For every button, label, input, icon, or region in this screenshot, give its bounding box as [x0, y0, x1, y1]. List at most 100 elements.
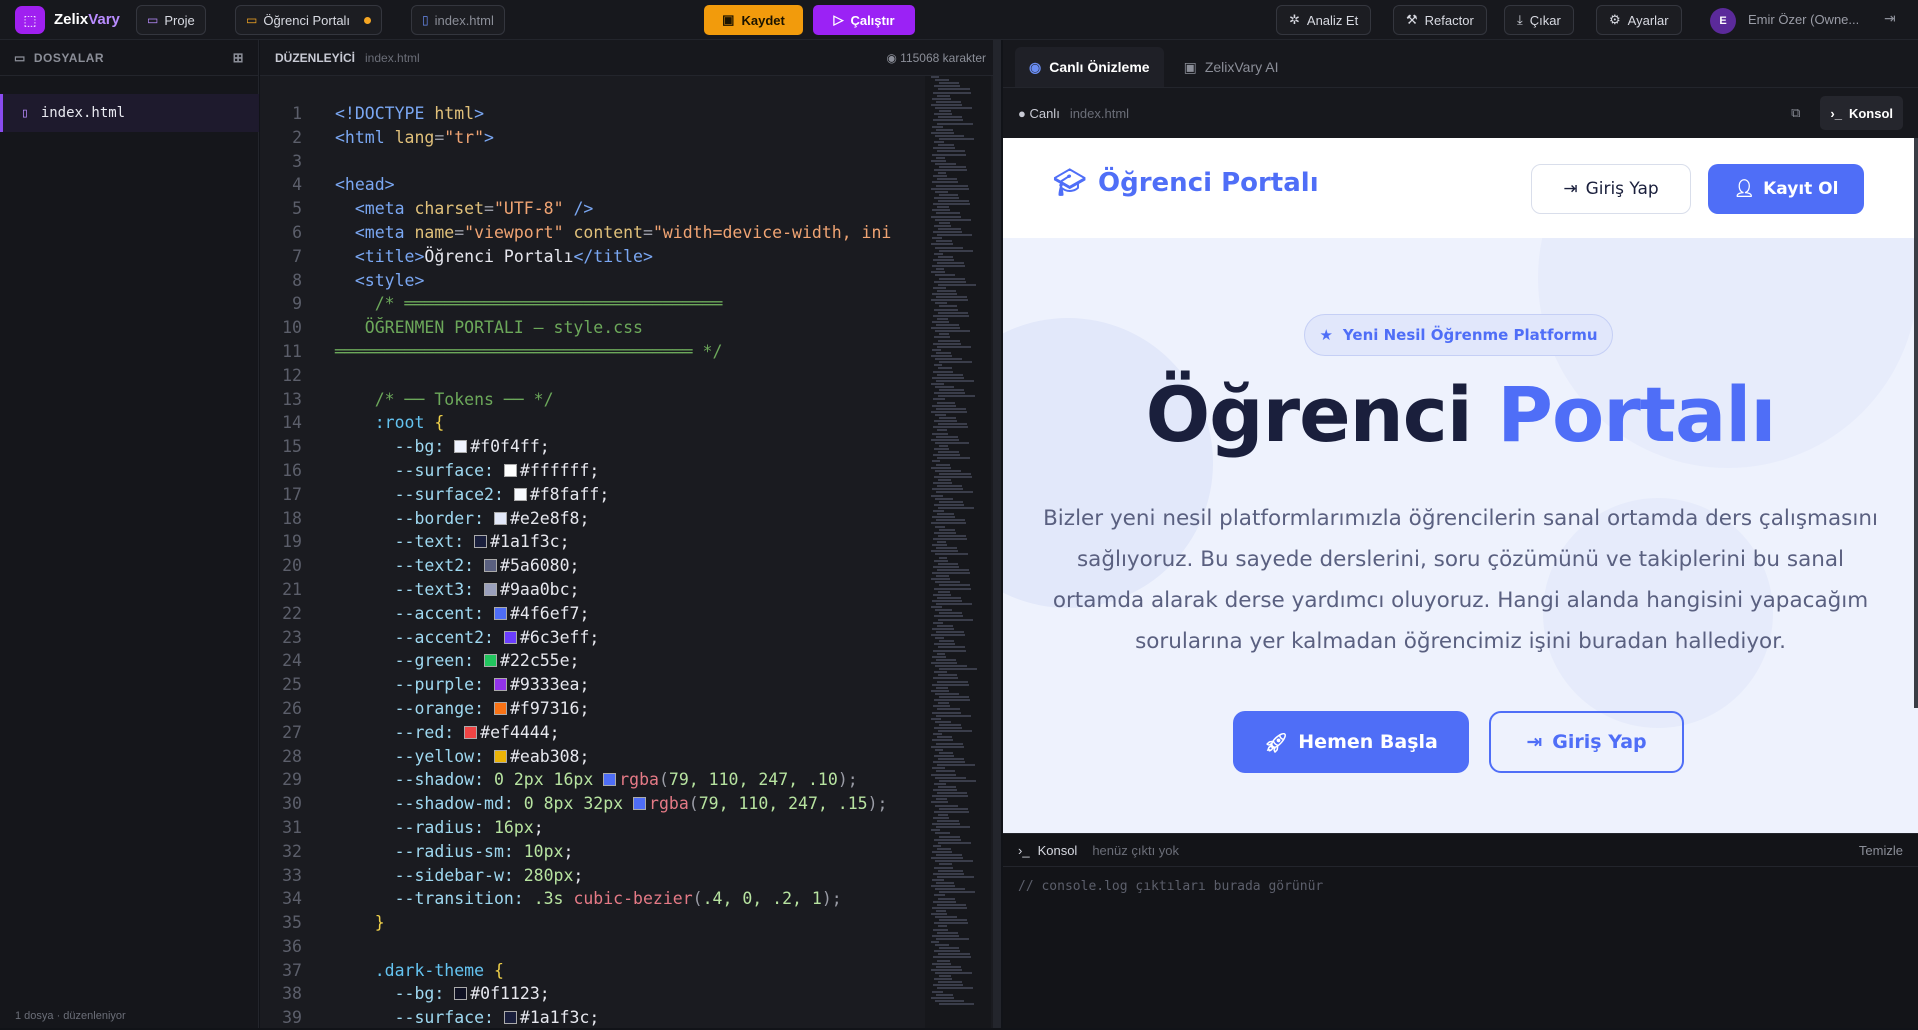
code-line[interactable]: 2 <html lang="tr">	[260, 126, 925, 150]
minimap[interactable]	[925, 76, 991, 1028]
minimap-line	[935, 79, 949, 82]
start-now-button[interactable]: 🚀︎ Hemen Başla	[1233, 711, 1469, 773]
line-number: 18	[282, 508, 302, 528]
code-line[interactable]: 33 --sidebar-w: 280px;	[260, 864, 925, 888]
code-line[interactable]: 25 --purple: #9333ea;	[260, 673, 925, 697]
hero-login-button[interactable]: ⇥ Giriş Yap	[1489, 711, 1684, 773]
line-number: 19	[282, 532, 302, 552]
minimap-line	[936, 603, 972, 605]
code-line[interactable]: 1 <!DOCTYPE html>	[260, 102, 925, 126]
minimap-line	[937, 234, 972, 237]
code-line[interactable]: 10 ÖĞRENMEN PORTALI — style.css	[260, 316, 925, 340]
code-line[interactable]: 30 --shadow-md: 0 8px 32px rgba(79, 110,…	[260, 792, 925, 816]
minimap-line	[933, 621, 943, 624]
minimap-line	[934, 85, 960, 88]
code-line[interactable]: 6 <meta name="viewport" content="width=d…	[260, 221, 925, 245]
code-line[interactable]: 29 --shadow: 0 2px 16px rgba(79, 110, 24…	[260, 768, 925, 792]
preview-scrollbar[interactable]	[1914, 138, 1918, 708]
export-button[interactable]: ⤓ Çıkar	[1504, 5, 1574, 35]
code-line[interactable]: 23 --accent2: #6c3eff;	[260, 626, 925, 650]
tab-ai[interactable]: ▣ ZelixVary AI	[1170, 47, 1293, 87]
minimap-line	[935, 665, 967, 667]
external-link-icon[interactable]: ⧉	[1791, 105, 1800, 121]
code-token: --orange:	[335, 698, 494, 718]
minimap-line	[938, 841, 971, 844]
hero-description: Bizler yeni nesil platformlarımızla öğre…	[1043, 506, 1878, 654]
project-button[interactable]: ▭ Proje	[136, 5, 206, 35]
file-item-index-html[interactable]: ▯ index.html	[0, 94, 259, 132]
console-toggle-button[interactable]: ›_ Konsol	[1820, 96, 1903, 130]
minimap-line	[932, 237, 942, 240]
wand-icon: ⚒	[1406, 12, 1418, 27]
site-logo[interactable]: 🎓︎ Öğrenci Portalı	[1053, 168, 1319, 198]
editor-scrollbar[interactable]	[993, 40, 1001, 1028]
code-line[interactable]: 34 --transition: .3s cubic-bezier(.4, 0,…	[260, 887, 925, 911]
minimap-line	[933, 426, 968, 429]
console-clear-button[interactable]: Temizle	[1859, 843, 1903, 858]
code-line[interactable]: 39 --surface: #1a1f3c;	[260, 1006, 925, 1030]
minimap-line	[937, 485, 962, 488]
color-swatch	[503, 1011, 517, 1025]
robot-icon: ▣	[1183, 58, 1197, 75]
code-line[interactable]: 17 --surface2: #f8faff;	[260, 483, 925, 507]
refactor-button[interactable]: ⚒ Refactor	[1393, 5, 1487, 35]
code-line[interactable]: 38 --bg: #0f1123;	[260, 982, 925, 1006]
site-login-button[interactable]: ⇥ Giriş Yap	[1531, 164, 1691, 214]
code-line[interactable]: 21 --text3: #9aa0bc;	[260, 578, 925, 602]
user-avatar[interactable]: E	[1710, 8, 1736, 34]
minimap-line	[932, 125, 943, 128]
code-line[interactable]: 7 <title>Öğrenci Portalı</title>	[260, 245, 925, 269]
site-register-button[interactable]: 👤︎ Kayıt Ol	[1708, 164, 1864, 214]
code-line[interactable]: 5 <meta charset="UTF-8" />	[260, 197, 925, 221]
minimap-line	[931, 885, 955, 888]
code-line[interactable]: 15 --bg: #f0f4ff;	[260, 435, 925, 459]
open-file-tab[interactable]: ▯ index.html	[411, 5, 505, 35]
minimap-line	[933, 789, 957, 791]
save-button[interactable]: ▣ Kaydet	[704, 5, 803, 35]
logout-icon[interactable]: ⇥	[1884, 10, 1896, 27]
code-line[interactable]: 26 --orange: #f97316;	[260, 697, 925, 721]
run-button[interactable]: ▷ Çalıştır	[813, 5, 915, 35]
minimap-line	[936, 993, 953, 996]
code-line[interactable]: 19 --text: #1a1f3c;	[260, 530, 925, 554]
code-line[interactable]: 18 --border: #e2e8f8;	[260, 507, 925, 531]
code-line[interactable]: 14 :root {	[260, 411, 925, 435]
code-area[interactable]: 1 <!DOCTYPE html> 2 <html lang="tr"> 3 4 <head…	[260, 102, 925, 1030]
minimap-line	[934, 671, 947, 674]
code-line[interactable]: 11 ════════════════════════════════════ *…	[260, 340, 925, 364]
new-file-icon[interactable]: ⊞	[233, 50, 244, 66]
line-number: 9	[292, 294, 302, 314]
code-line[interactable]: 32 --radius-sm: 10px;	[260, 840, 925, 864]
code-line[interactable]: 13 /* ── Tokens ── */	[260, 388, 925, 412]
code-line[interactable]: 8 <style>	[260, 269, 925, 293]
minimap-line	[933, 370, 953, 373]
line-content: /* ── Tokens ── */	[335, 388, 554, 412]
open-project-tab[interactable]: ▭ Öğrenci Portalı	[235, 5, 383, 35]
graduation-cap-icon: 🎓︎	[1053, 168, 1087, 198]
code-line[interactable]: 4 <head>	[260, 173, 925, 197]
preview-status-bar: ● Canlı index.html ⧉ ›_ Konsol	[1003, 88, 1918, 138]
minimap-line	[939, 193, 958, 196]
code-line[interactable]: 9 /* ════════════════════════════════	[260, 292, 925, 316]
minimap-line	[938, 953, 970, 956]
code-line[interactable]: 22 --accent: #4f6ef7;	[260, 602, 925, 626]
code-line[interactable]: 20 --text2: #5a6080;	[260, 554, 925, 578]
code-line[interactable]: 35 }	[260, 911, 925, 935]
analyze-button[interactable]: ✲ Analiz Et	[1276, 5, 1372, 35]
line-content: --surface: #1a1f3c;	[335, 1006, 600, 1030]
code-line[interactable]: 12	[260, 364, 925, 388]
code-line[interactable]: 24 --green: #22c55e;	[260, 649, 925, 673]
tab-live-preview[interactable]: ◉ Canlı Önizleme	[1015, 47, 1164, 87]
user-name[interactable]: Emir Özer (Owne...	[1748, 12, 1858, 27]
settings-button[interactable]: ⚙ Ayarlar	[1596, 5, 1682, 35]
code-line[interactable]: 3	[260, 150, 925, 174]
minimap-line	[937, 680, 968, 683]
color-swatch	[493, 606, 507, 620]
code-line[interactable]: 16 --surface: #ffffff;	[260, 459, 925, 483]
code-line[interactable]: 37 .dark-theme {	[260, 959, 925, 983]
minimap-line	[934, 364, 942, 367]
code-line[interactable]: 28 --yellow: #eab308;	[260, 745, 925, 769]
code-line[interactable]: 31 --radius: 16px;	[260, 816, 925, 840]
code-line[interactable]: 36	[260, 935, 925, 959]
code-line[interactable]: 27 --red: #ef4444;	[260, 721, 925, 745]
